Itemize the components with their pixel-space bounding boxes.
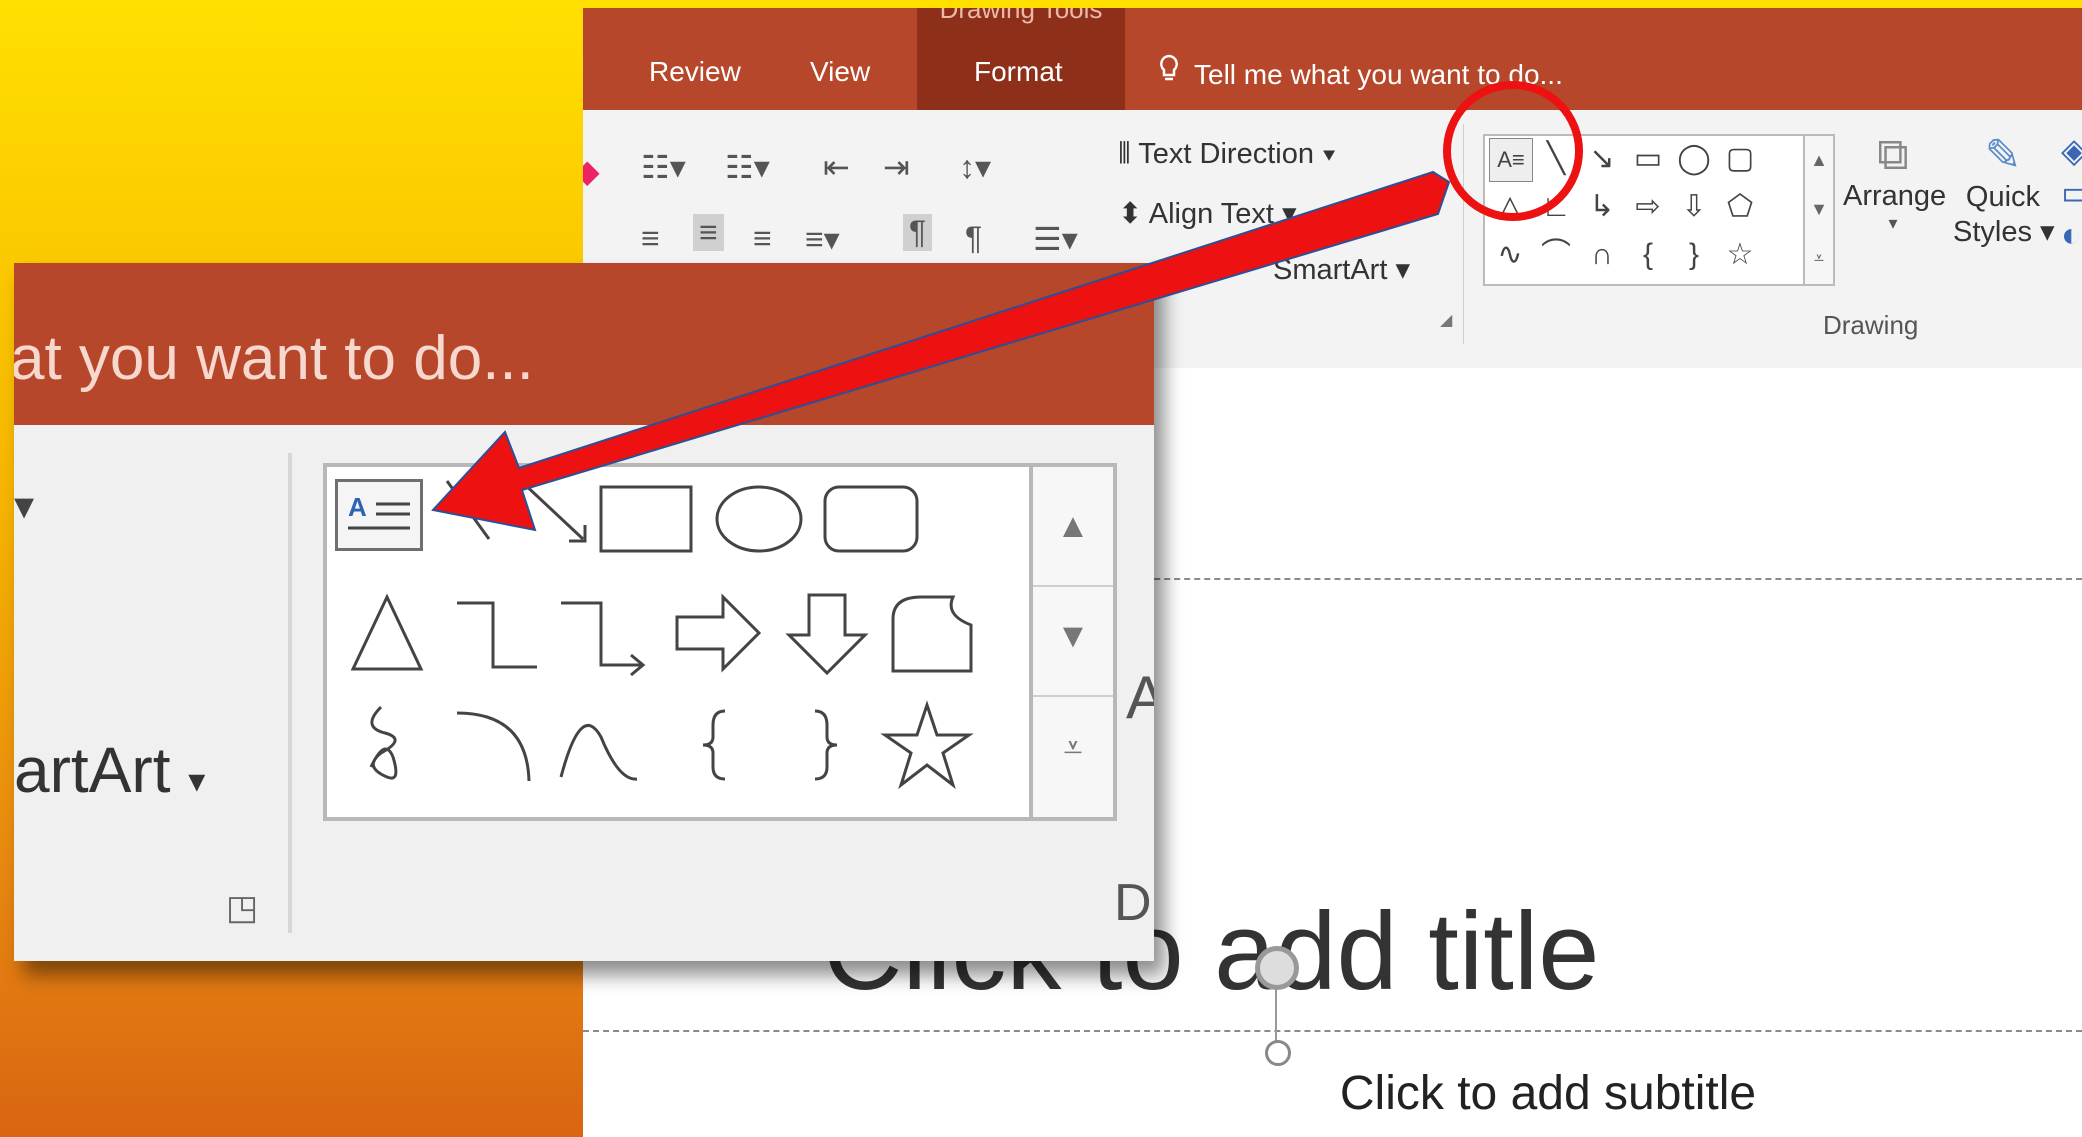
zoomed-smartart-label: artArt ▾ — [14, 734, 206, 806]
rotate-handle[interactable] — [1255, 946, 1299, 990]
clear-formatting-icon[interactable]: ◆ — [583, 152, 600, 190]
zoomed-right-arrow-shape-icon[interactable] — [667, 585, 775, 693]
tab-review[interactable]: Review — [649, 56, 741, 88]
zoomed-gallery-more-icon[interactable]: ⩡ — [1033, 729, 1113, 768]
justify-icon[interactable]: ≡▾ — [805, 220, 840, 258]
elbow-arrow-connector-shape-icon[interactable]: ↳ — [1581, 186, 1623, 228]
rtl-icon[interactable]: ¶ — [965, 220, 982, 257]
arrow-line-shape-icon[interactable]: ↘ — [1581, 138, 1623, 180]
bullets-icon[interactable]: ☷▾ — [641, 148, 686, 186]
title-bar: Drawing Tools Review View Format Tell me… — [583, 8, 2082, 110]
align-center-icon[interactable]: ≡ — [693, 214, 724, 251]
quick-styles-label-1: Quick — [1965, 181, 2041, 213]
curve-shape-icon[interactable]: ∩ — [1581, 234, 1623, 276]
right-brace-shape-icon[interactable]: } — [1673, 234, 1715, 276]
sizing-handle[interactable] — [1265, 1040, 1291, 1066]
zoomed-group-separator — [288, 453, 292, 933]
tab-format[interactable]: Format — [974, 56, 1063, 88]
rounded-rectangle-shape-icon[interactable]: ▢ — [1719, 138, 1761, 180]
shapes-gallery-scroll: ▲ ▼ ⩡ — [1803, 134, 1835, 286]
zoomed-scroll-up-icon[interactable]: ▲ — [1033, 507, 1113, 546]
zoomed-scroll-down-icon[interactable]: ▼ — [1033, 617, 1113, 656]
line-spacing-icon[interactable]: ↕▾ — [959, 148, 991, 186]
zoomed-triangle-shape-icon[interactable] — [341, 585, 449, 693]
zoomed-fragment-a: A — [1126, 664, 1154, 731]
shape-fill-outline-effects-icons[interactable]: ◈ ▭ ◐ — [2061, 130, 2082, 256]
arc-shape-icon[interactable]: ⌒ — [1535, 234, 1577, 276]
zoomed-elbow-connector-shape-icon[interactable] — [447, 585, 555, 693]
arrange-icon: ⧉ — [1877, 130, 1909, 179]
zoomed-fragment-d: D — [1114, 874, 1152, 932]
zoomed-dropdown-icon: ▾ — [14, 484, 35, 528]
text-direction-button[interactable]: ⦀ Text Direction ▾ — [1118, 138, 1336, 171]
align-right-icon[interactable]: ≡ — [753, 220, 772, 257]
align-text-icon: ⬍ — [1118, 198, 1149, 230]
lightbulb-icon — [1158, 54, 1180, 91]
increase-indent-icon[interactable]: ⇥ — [883, 148, 910, 186]
columns-icon[interactable]: ☰▾ — [1033, 220, 1078, 258]
gallery-scroll-down-icon[interactable]: ▼ — [1805, 185, 1833, 234]
convert-smartart-label: SmartArt — [1273, 254, 1388, 286]
zoomed-elbow-arrow-connector-shape-icon[interactable] — [555, 585, 663, 693]
numbering-icon[interactable]: ☷▾ — [725, 148, 770, 186]
left-brace-shape-icon[interactable]: { — [1627, 234, 1669, 276]
right-arrow-shape-icon[interactable]: ⇨ — [1627, 186, 1669, 228]
svg-text:A: A — [348, 492, 367, 522]
zoomed-rectangle-shape-icon[interactable] — [591, 467, 699, 575]
align-left-icon[interactable]: ≡ — [641, 220, 660, 257]
arrange-button[interactable]: ⧉ Arrange ▾ — [1843, 130, 1947, 234]
zoomed-rounded-rectangle-shape-icon[interactable] — [817, 467, 925, 575]
quick-styles-button[interactable]: ✎ Quick Styles ▾ — [1953, 130, 2055, 249]
align-text-button[interactable]: ⬍ Align Text ▾ — [1118, 196, 1297, 231]
zoomed-down-arrow-shape-icon[interactable] — [775, 585, 883, 693]
down-arrow-shape-icon[interactable]: ⇩ — [1673, 186, 1715, 228]
gallery-scroll-up-icon[interactable]: ▲ — [1805, 136, 1833, 185]
quick-styles-icon: ✎ — [1984, 131, 2022, 180]
context-group-label: Drawing Tools — [939, 8, 1103, 24]
zoomed-ribbon-callout: at you want to do... ▾ artArt ▾ ◳ A D A … — [14, 263, 1154, 961]
zoomed-dialog-launcher-icon: ◳ — [226, 889, 259, 927]
zoomed-scribble-shape-icon[interactable] — [341, 697, 449, 805]
tab-view[interactable]: View — [810, 56, 870, 88]
zoomed-right-brace-shape-icon[interactable] — [775, 697, 883, 805]
zoomed-textbox-shape-icon[interactable]: A — [335, 479, 423, 551]
align-text-label: Align Text — [1148, 198, 1274, 230]
scribble-shape-icon[interactable]: ∿ — [1489, 234, 1531, 276]
zoomed-tell-me-text: at you want to do... — [14, 324, 534, 393]
decrease-indent-icon[interactable]: ⇤ — [823, 148, 850, 186]
ltr-icon[interactable]: ¶ — [903, 214, 933, 251]
snip-rectangle-shape-icon[interactable]: ⬠ — [1719, 186, 1761, 228]
convert-smartart-button[interactable]: SmartArt ▾ — [1273, 252, 1410, 287]
gallery-more-icon[interactable]: ⩡ — [1805, 234, 1833, 283]
star-shape-icon[interactable]: ☆ — [1719, 234, 1761, 276]
text-direction-icon: ⦀ — [1118, 138, 1139, 170]
text-direction-label: Text Direction — [1138, 138, 1314, 170]
zoomed-curve-shape-icon[interactable] — [557, 697, 665, 805]
zoomed-arc-shape-icon[interactable] — [447, 697, 555, 805]
rectangle-shape-icon[interactable]: ▭ — [1627, 138, 1669, 180]
paragraph-dialog-launcher-icon[interactable]: ◢ — [1440, 310, 1452, 330]
annotation-circle — [1443, 81, 1583, 221]
zoomed-oval-shape-icon[interactable] — [705, 467, 813, 575]
quick-styles-label-2: Styles ▾ — [1953, 216, 2055, 248]
arrange-label: Arrange — [1843, 180, 1947, 212]
rotate-handle-line — [1275, 988, 1277, 1048]
subtitle-placeholder-text[interactable]: Click to add subtitle — [1048, 1066, 2048, 1121]
drawing-group-label: Drawing — [1823, 310, 1919, 340]
zoomed-shapes-gallery: A — [323, 463, 1037, 821]
zoomed-left-brace-shape-icon[interactable] — [673, 697, 781, 805]
zoomed-snip-rectangle-shape-icon[interactable] — [881, 585, 989, 693]
zoomed-gallery-scroll: ▲ ▼ ⩡ — [1029, 463, 1117, 821]
oval-shape-icon[interactable]: ◯ — [1673, 138, 1715, 180]
zoomed-title-bar: at you want to do... — [14, 263, 1154, 425]
zoomed-star-shape-icon[interactable] — [875, 697, 983, 805]
